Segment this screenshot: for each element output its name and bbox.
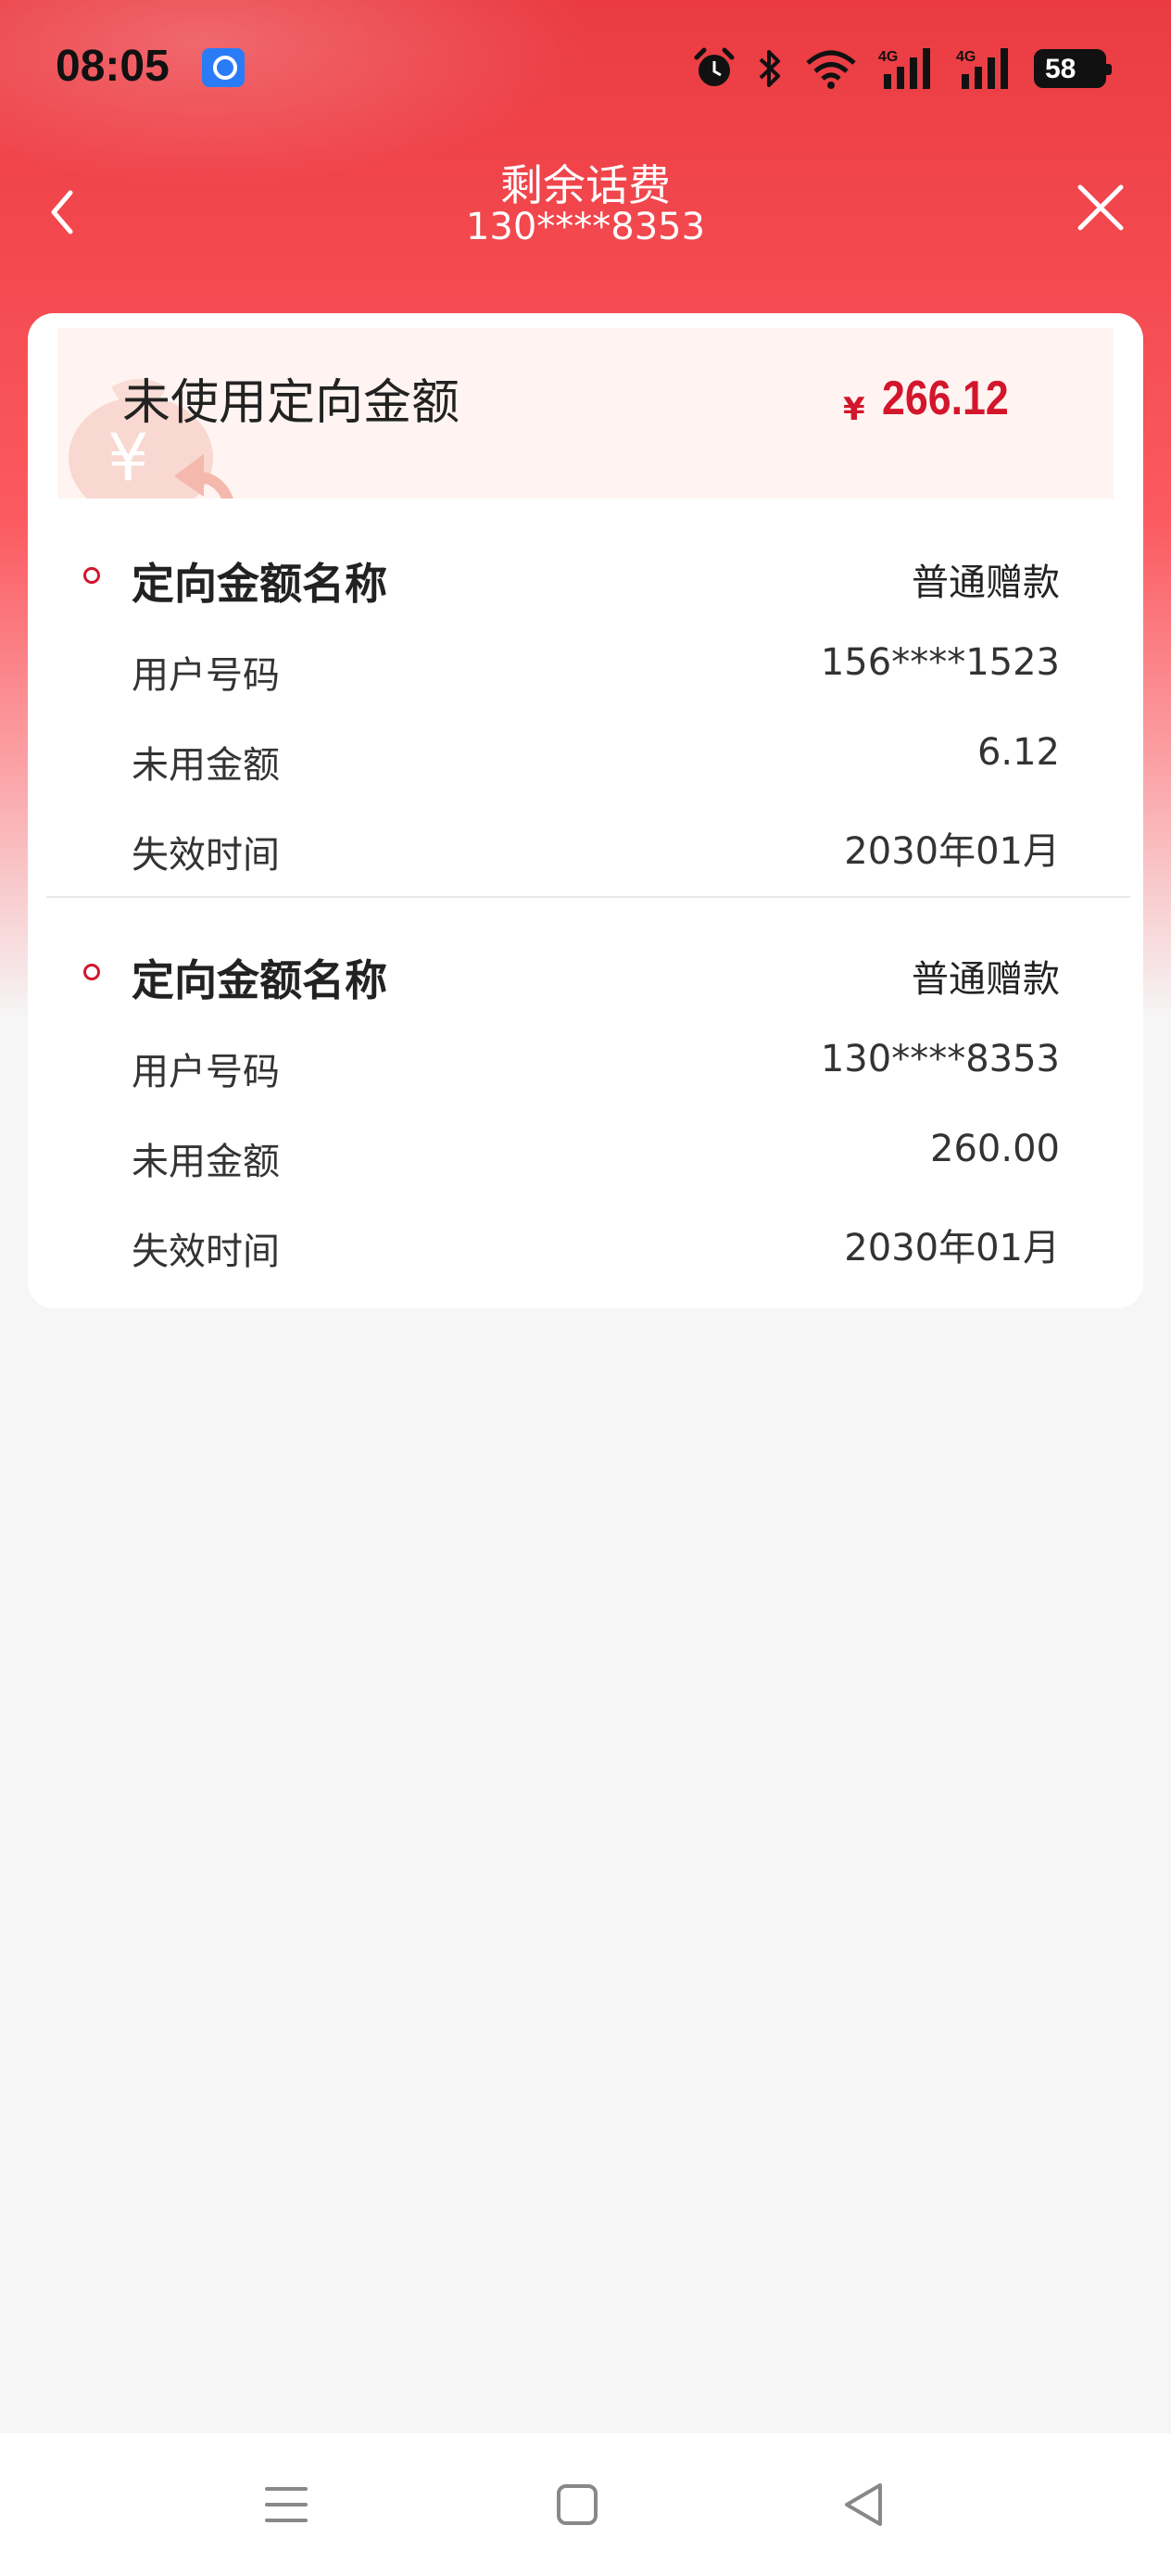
summary-amount: 266.12 [882,372,1009,425]
close-icon[interactable] [1073,180,1128,235]
svg-text:4G: 4G [878,49,898,65]
battery-icon: 58 [1034,49,1112,88]
bullet-dot [83,567,100,584]
balance-card: ¥ 未使用定向金额 ¥ 266.12 定向金额名称 普通赠款 用户号码 156*… [28,313,1143,1308]
group-title-value: 普通赠款 [912,562,1060,604]
system-nav-bar [0,2433,1171,2576]
page-header: 剩余话费 130****8353 [0,148,1171,269]
group-title: 定向金额名称 [132,559,387,609]
alarm-icon [694,47,735,86]
row-label-user-number: 用户号码 [132,654,280,697]
summary-banner: ¥ 未使用定向金额 ¥ 266.12 [57,328,1114,499]
row-value-unused-amount: 6.12 [976,731,1060,774]
row-value-expiry: 2030年01月 [844,1227,1060,1269]
bluetooth-icon [759,50,780,87]
status-time: 08:05 [56,42,170,91]
summary-label: 未使用定向金额 [122,375,460,431]
signal-4g-icon: 4G [878,48,930,89]
page-title: 剩余话费 [500,160,671,210]
signal-4g-icon: 4G [956,48,1008,89]
group-title: 定向金额名称 [132,955,387,1005]
group-title-value: 普通赠款 [912,958,1060,1001]
row-value-user-number: 156****1523 [820,641,1060,684]
group-divider [46,896,1130,898]
app-notification-icon [202,48,245,87]
bullet-dot [83,964,100,980]
home-icon[interactable] [545,2472,610,2537]
wifi-icon [806,50,856,89]
row-value-expiry: 2030年01月 [844,830,1060,873]
row-label-expiry: 失效时间 [132,834,280,877]
row-value-user-number: 130****8353 [820,1038,1060,1080]
row-label-user-number: 用户号码 [132,1051,280,1093]
menu-icon[interactable] [254,2472,319,2537]
status-bar: 08:05 4G 4G 58 [0,0,1171,139]
battery-level: 58 [1045,54,1077,84]
status-icons: 4G 4G 58 [693,43,1112,95]
currency-symbol: ¥ [843,391,865,428]
row-value-unused-amount: 260.00 [930,1128,1060,1170]
row-label-unused-amount: 未用金额 [132,1141,280,1183]
row-label-unused-amount: 未用金额 [132,744,280,787]
row-label-expiry: 失效时间 [132,1231,280,1273]
back-triangle-icon[interactable] [832,2472,897,2537]
svg-text:4G: 4G [956,49,976,65]
page-subtitle: 130****8353 [465,206,706,248]
